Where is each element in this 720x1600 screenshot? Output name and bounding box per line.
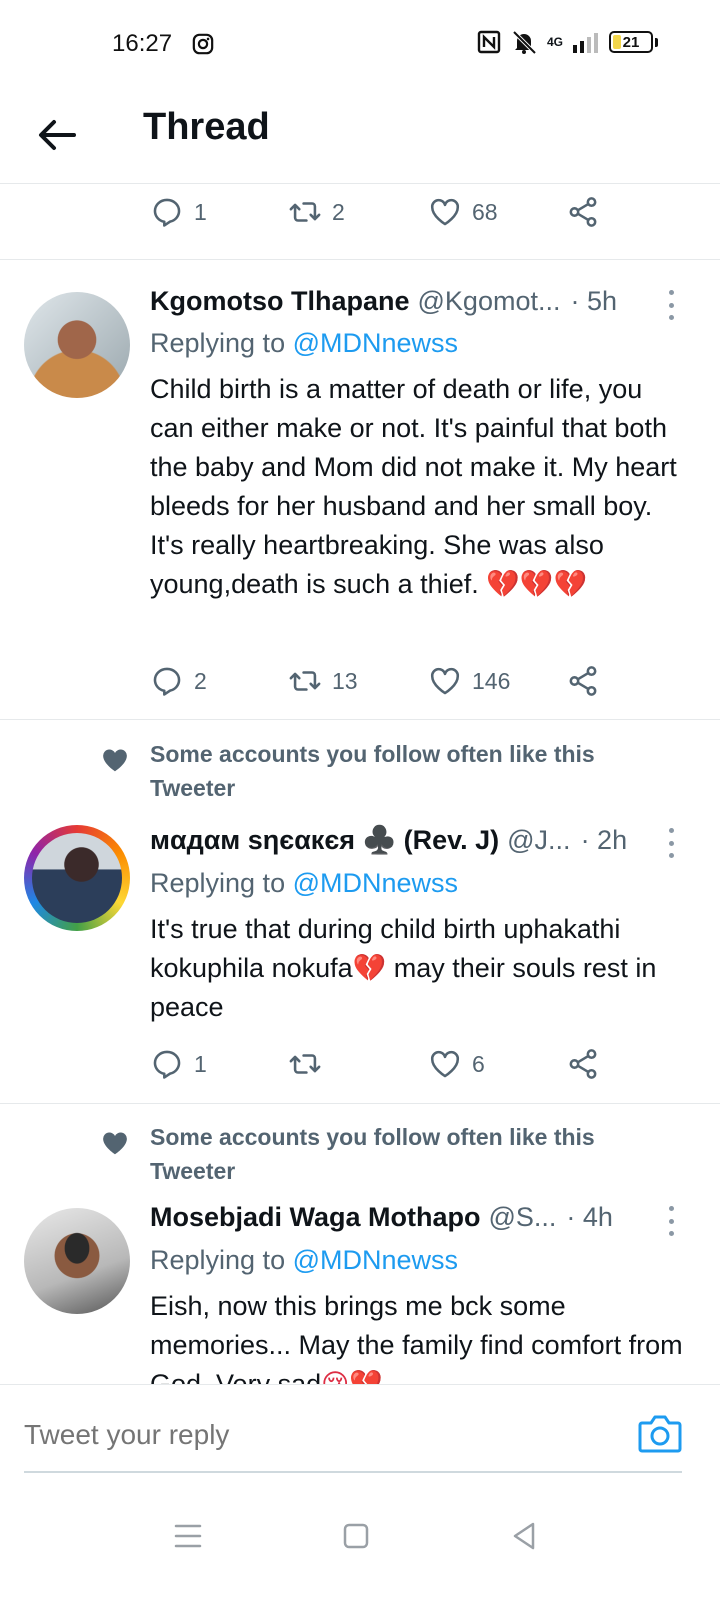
tweet-text: Eish, now this brings me bck some memori…: [150, 1287, 690, 1384]
tweet[interactable]: Some accounts you follow often like this…: [0, 0, 720, 1384]
more-icon[interactable]: [664, 1206, 678, 1236]
heart-icon: [103, 1132, 127, 1155]
mention-link[interactable]: @MDNnewss: [293, 1245, 458, 1275]
avatar[interactable]: [24, 1208, 130, 1314]
composer-underline: [24, 1471, 682, 1473]
reply-input[interactable]: [24, 1415, 624, 1455]
camera-icon[interactable]: [638, 1413, 682, 1453]
back-triangle-icon[interactable]: [504, 1516, 544, 1556]
reply-composer: [0, 1384, 720, 1494]
tweet-header: Mosebjadi Waga Mothapo @S... · 4h: [150, 1202, 700, 1242]
replying-to: Replying to @MDNnewss: [150, 1245, 459, 1275]
social-context-text: Some accounts you follow often like this…: [150, 1124, 595, 1184]
user-handle[interactable]: @S...: [489, 1202, 557, 1233]
emoji: 😢💔: [321, 1369, 383, 1384]
home-square-icon[interactable]: [336, 1516, 376, 1556]
system-nav-bar: [0, 1494, 720, 1600]
tweet-time: · 4h: [566, 1202, 613, 1232]
display-name[interactable]: Mosebjadi Waga Mothapo: [150, 1202, 481, 1233]
menu-icon[interactable]: [168, 1516, 208, 1556]
